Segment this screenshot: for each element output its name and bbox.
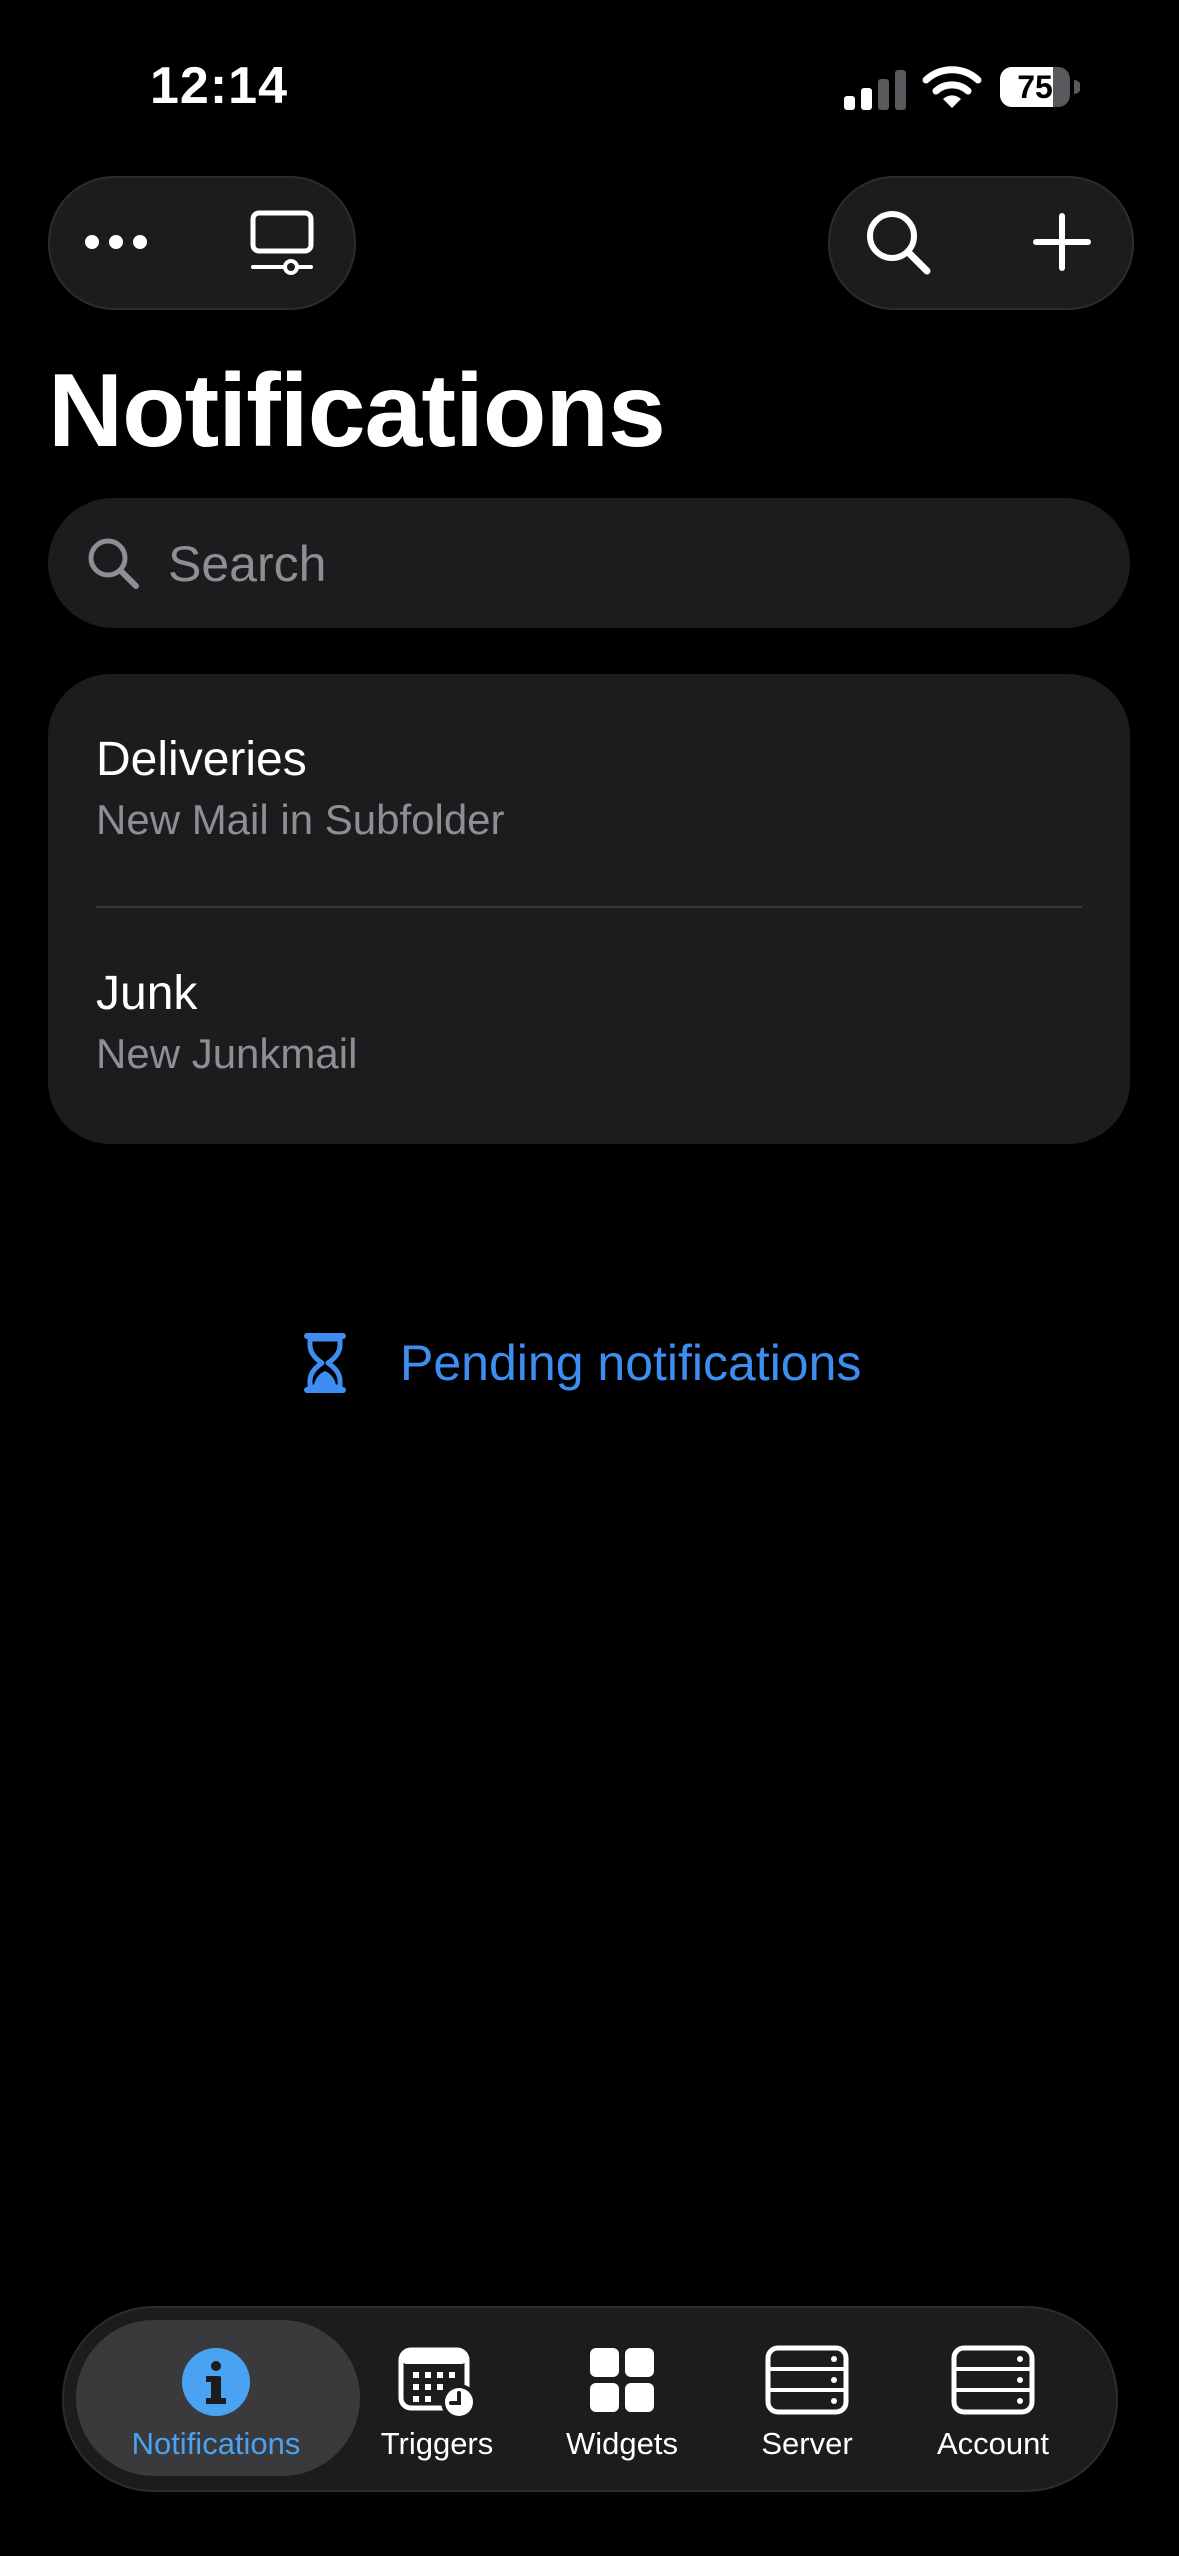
server-icon [951, 2345, 1035, 2415]
status-time: 12:14 [150, 57, 288, 115]
magnifier-icon [867, 211, 931, 275]
tab-label: Account [936, 2426, 1049, 2461]
plus-icon [1033, 213, 1091, 271]
server-select-button[interactable] [236, 196, 328, 288]
tab-account[interactable]: Account [903, 2330, 1083, 2470]
calendar-clock-icon [398, 2347, 477, 2420]
list-item-subtitle: New Junkmail [96, 1030, 358, 1077]
search-button[interactable] [852, 196, 944, 288]
tab-notifications[interactable]: Notifications [126, 2330, 306, 2470]
tab-server[interactable]: Server [717, 2330, 897, 2470]
desktop-icon [250, 210, 314, 275]
grid-icon [590, 2348, 654, 2412]
list-item-title: Junk [96, 967, 198, 1020]
search-icon [88, 538, 139, 589]
server-icon [765, 2345, 849, 2415]
add-button[interactable] [1016, 196, 1108, 288]
battery-icon: 75 [998, 65, 1080, 109]
battery-level: 75 [1017, 69, 1053, 105]
pending-notifications-label: Pending notifications [400, 1335, 862, 1391]
list-item-deliveries[interactable]: Deliveries New Mail in Subfolder [48, 674, 1130, 908]
list-item-junk[interactable]: Junk New Junkmail [48, 910, 1130, 1144]
tab-triggers[interactable]: Triggers [347, 2330, 527, 2470]
list-item-subtitle: New Mail in Subfolder [96, 796, 505, 843]
wifi-icon [922, 66, 982, 108]
tab-label: Notifications [131, 2426, 301, 2461]
search-input[interactable] [166, 518, 1070, 610]
page-title: Notifications [48, 353, 666, 469]
notification-list: Deliveries New Mail in Subfolder Junk Ne… [48, 674, 1130, 1144]
ellipsis-icon [85, 235, 147, 249]
cellular-signal-icon [844, 70, 906, 110]
hourglass-icon [304, 1333, 346, 1393]
list-item-title: Deliveries [96, 733, 307, 786]
pending-notifications-button[interactable]: Pending notifications [294, 1318, 861, 1408]
info-icon [182, 2348, 250, 2416]
divider [96, 906, 1082, 908]
tab-widgets[interactable]: Widgets [532, 2330, 712, 2470]
more-button[interactable] [70, 196, 162, 288]
